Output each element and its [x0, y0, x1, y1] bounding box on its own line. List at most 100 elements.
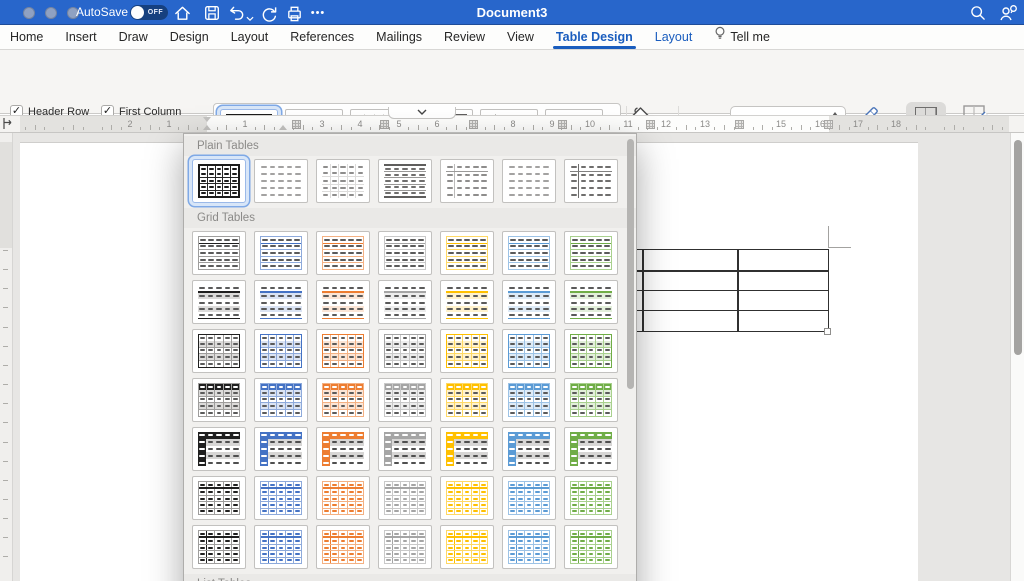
- table-column-marker[interactable]: [380, 120, 389, 129]
- document-scrollbar[interactable]: [1010, 133, 1024, 581]
- tab-review[interactable]: Review: [444, 25, 485, 50]
- table-style-option[interactable]: [502, 329, 556, 373]
- table-style-option[interactable]: [502, 378, 556, 422]
- table-style-option[interactable]: [502, 231, 556, 275]
- table-style-option[interactable]: [440, 329, 494, 373]
- save-icon[interactable]: [202, 3, 222, 23]
- table-style-option[interactable]: [502, 159, 556, 203]
- tab-insert[interactable]: Insert: [65, 25, 96, 50]
- table-column-border[interactable]: [737, 250, 739, 331]
- table-style-option[interactable]: [192, 280, 246, 324]
- table-style-option[interactable]: [502, 476, 556, 520]
- account-icon[interactable]: [998, 3, 1018, 23]
- vertical-ruler[interactable]: [0, 133, 13, 581]
- tab-references[interactable]: References: [290, 25, 354, 50]
- table-style-option[interactable]: [564, 476, 618, 520]
- table-style-option[interactable]: [378, 378, 432, 422]
- table-column-marker[interactable]: [735, 120, 744, 129]
- table-style-option[interactable]: [192, 427, 246, 471]
- table-style-option[interactable]: [378, 280, 432, 324]
- table-style-option[interactable]: [378, 231, 432, 275]
- close-window-button[interactable]: [23, 7, 35, 19]
- table-style-option[interactable]: [564, 329, 618, 373]
- table-resize-handle[interactable]: [824, 328, 831, 335]
- table-style-option[interactable]: [316, 280, 370, 324]
- table-style-option[interactable]: [254, 476, 308, 520]
- table-column-marker[interactable]: [292, 120, 301, 129]
- table-style-option[interactable]: [316, 329, 370, 373]
- table-style-option[interactable]: [254, 329, 308, 373]
- more-commands-icon[interactable]: •••: [308, 3, 328, 23]
- tab-design[interactable]: Design: [170, 25, 209, 50]
- tab-layout[interactable]: Layout: [231, 25, 269, 50]
- table-style-option[interactable]: [440, 525, 494, 569]
- table-style-option[interactable]: [502, 427, 556, 471]
- table-style-option[interactable]: [440, 280, 494, 324]
- table-column-marker[interactable]: [558, 120, 567, 129]
- home-icon[interactable]: [172, 3, 192, 23]
- table-column-marker[interactable]: [469, 120, 478, 129]
- table-style-option[interactable]: [378, 525, 432, 569]
- tab-draw[interactable]: Draw: [119, 25, 148, 50]
- table-column-marker[interactable]: [824, 120, 833, 129]
- table-style-option[interactable]: [502, 280, 556, 324]
- table-style-option[interactable]: [440, 476, 494, 520]
- gallery-expand-button[interactable]: [388, 107, 456, 119]
- undo-icon[interactable]: [226, 3, 246, 23]
- print-icon[interactable]: [284, 3, 304, 23]
- table-style-option[interactable]: [316, 378, 370, 422]
- table-style-option[interactable]: [192, 329, 246, 373]
- tab-tell-me[interactable]: Tell me: [714, 25, 770, 50]
- gallery-scrollbar-thumb[interactable]: [627, 139, 634, 389]
- search-icon[interactable]: [968, 3, 988, 23]
- table-style-option[interactable]: [254, 159, 308, 203]
- table-style-option[interactable]: [316, 231, 370, 275]
- table-style-option[interactable]: [316, 427, 370, 471]
- table-style-option[interactable]: [192, 378, 246, 422]
- tab-mailings[interactable]: Mailings: [376, 25, 422, 50]
- table-style-option[interactable]: [440, 159, 494, 203]
- table-style-option[interactable]: [440, 427, 494, 471]
- table-column-border[interactable]: [642, 250, 644, 331]
- table-style-option[interactable]: [440, 231, 494, 275]
- table-style-option[interactable]: [254, 378, 308, 422]
- table-style-option[interactable]: [564, 427, 618, 471]
- autosave-toggle[interactable]: OFF: [130, 5, 168, 20]
- scrollbar-thumb[interactable]: [1014, 140, 1022, 355]
- redo-icon[interactable]: [258, 3, 278, 23]
- table-style-option[interactable]: [254, 525, 308, 569]
- table-style-option[interactable]: [564, 525, 618, 569]
- table-style-option[interactable]: [378, 427, 432, 471]
- table-style-option[interactable]: [316, 159, 370, 203]
- table-style-option[interactable]: [378, 159, 432, 203]
- minimize-window-button[interactable]: [45, 7, 57, 19]
- table-style-option[interactable]: [192, 231, 246, 275]
- hanging-indent-marker[interactable]: [203, 125, 211, 130]
- tab-layout[interactable]: Layout: [655, 25, 693, 50]
- table-style-option[interactable]: [378, 476, 432, 520]
- tab-stop-selector[interactable]: [1, 116, 15, 132]
- table-style-option[interactable]: [192, 476, 246, 520]
- table-style-option[interactable]: [564, 280, 618, 324]
- table-style-option[interactable]: [564, 159, 618, 203]
- table-style-option[interactable]: [192, 525, 246, 569]
- table-style-option[interactable]: [564, 378, 618, 422]
- tab-home[interactable]: Home: [10, 25, 43, 50]
- tab-table-design[interactable]: Table Design: [556, 25, 633, 50]
- table-style-option[interactable]: [378, 329, 432, 373]
- horizontal-ruler[interactable]: 2113456891011121315161718: [0, 115, 1024, 133]
- table-style-option[interactable]: [502, 525, 556, 569]
- table-style-option[interactable]: [316, 476, 370, 520]
- table-style-option[interactable]: [254, 427, 308, 471]
- table-style-option[interactable]: [254, 231, 308, 275]
- tab-view[interactable]: View: [507, 25, 534, 50]
- ruler-number: 13: [700, 119, 710, 129]
- table-style-option[interactable]: [564, 231, 618, 275]
- table-style-option[interactable]: [440, 378, 494, 422]
- table-style-option[interactable]: [316, 525, 370, 569]
- indent-marker[interactable]: [279, 125, 287, 130]
- first-line-indent-marker[interactable]: [203, 117, 211, 122]
- table-style-option[interactable]: [254, 280, 308, 324]
- table-column-marker[interactable]: [646, 120, 655, 129]
- table-style-option-selected[interactable]: [192, 159, 246, 203]
